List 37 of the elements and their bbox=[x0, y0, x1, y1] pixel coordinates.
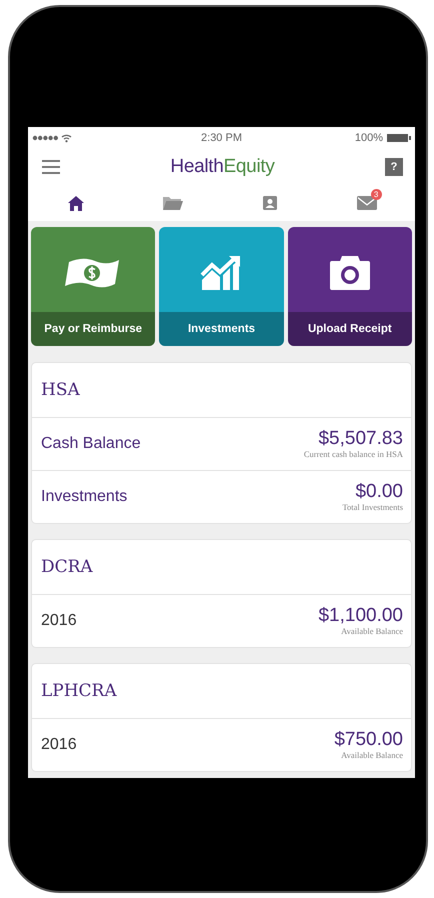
balance-row[interactable]: Cash Balance $5,507.83 Current cash balance in HSA bbox=[32, 418, 411, 471]
balance-row[interactable]: Investments $0.00 Total Investments bbox=[32, 471, 411, 523]
row-label: 2016 bbox=[41, 612, 77, 630]
row-label: 2016 bbox=[41, 736, 77, 754]
action-tile[interactable]: Investments bbox=[159, 227, 284, 346]
amount-caption: Total Investments bbox=[342, 502, 403, 512]
camera-icon bbox=[330, 256, 370, 290]
battery-icon bbox=[387, 134, 411, 142]
contact-card-icon bbox=[262, 196, 277, 210]
signal-icon bbox=[32, 132, 72, 143]
badge: 3 bbox=[370, 188, 382, 200]
amount: $750.00 bbox=[334, 730, 403, 750]
account-title: DCRA bbox=[41, 557, 93, 577]
amount: $0.00 bbox=[355, 482, 403, 502]
amount: $1,100.00 bbox=[318, 606, 403, 626]
action-tile[interactable]: Pay or Reimburse bbox=[31, 227, 156, 346]
amount-caption: Available Balance bbox=[341, 626, 403, 636]
amount-caption: Current cash balance in HSA bbox=[304, 449, 403, 459]
account-title: LPHCRA bbox=[41, 681, 117, 701]
folder-icon bbox=[163, 196, 184, 210]
chart-icon bbox=[200, 256, 242, 290]
amount: $5,507.83 bbox=[318, 429, 403, 449]
money-icon bbox=[65, 256, 122, 290]
battery-percent: 100% bbox=[354, 132, 383, 144]
balance-row[interactable]: 2016 $750.00 Available Balance bbox=[32, 719, 411, 771]
action-tile[interactable]: Upload Receipt bbox=[288, 227, 412, 346]
menu-icon[interactable] bbox=[42, 160, 60, 174]
row-label: Investments bbox=[41, 488, 128, 506]
home-icon bbox=[68, 196, 84, 211]
mail-icon bbox=[356, 196, 377, 210]
balance-row[interactable]: 2016 $1,100.00 Available Balance bbox=[32, 595, 411, 647]
status-time: 2:30 PM bbox=[201, 132, 242, 144]
amount-caption: Available Balance bbox=[341, 750, 403, 760]
help-button[interactable]: ? bbox=[384, 158, 403, 176]
row-label: Cash Balance bbox=[41, 435, 141, 453]
account-title: HSA bbox=[41, 380, 80, 400]
logo: HealthEquity bbox=[170, 156, 275, 178]
